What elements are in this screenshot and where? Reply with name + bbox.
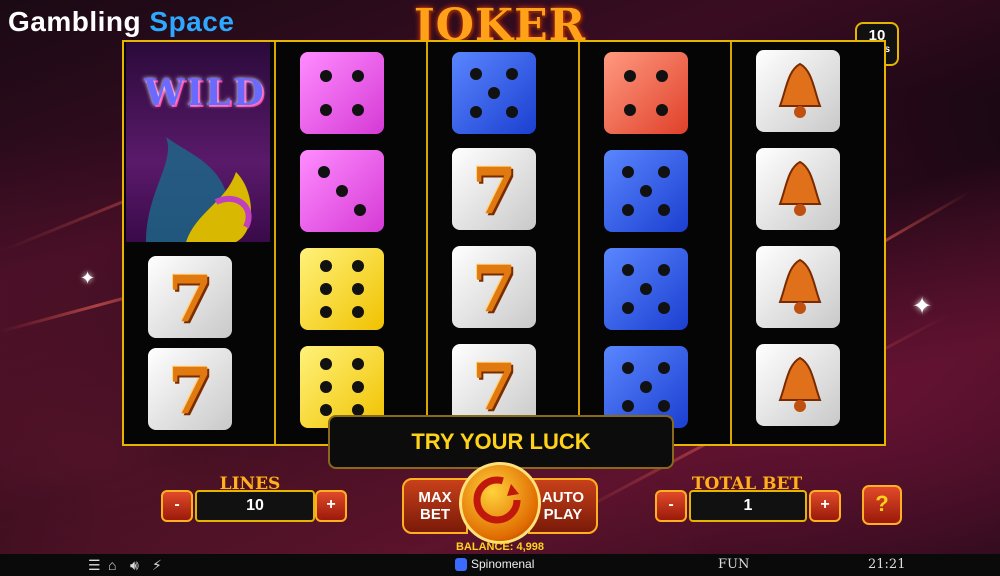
total-bet-value: 1 [689,490,807,522]
help-button[interactable]: ? [862,485,902,525]
bell-symbol [756,246,842,330]
bell-icon [778,258,822,314]
reel-2 [276,42,424,444]
blue-die-symbol [604,248,690,332]
lines-value: 10 [195,490,315,522]
provider-logo: Spinomenal [455,557,534,572]
seven-symbol: 7 [452,148,538,232]
reel-1: WILD 7 7 [124,42,272,444]
brand-logo: Gambling Space [8,6,235,37]
message-banner: TRY YOUR LUCK [328,415,674,469]
menu-icon[interactable]: ☰ [88,557,101,574]
red-die-symbol [604,52,690,136]
bell-icon [778,160,822,216]
sparkle-icon: ✦ [912,293,933,320]
lines-increase-button[interactable]: + [315,490,347,522]
pink-die-symbol [300,52,386,136]
lines-decrease-button[interactable]: - [161,490,193,522]
reel-5 [732,42,880,444]
bottom-bar: ☰ ⌂ 🔊︎ ⚡︎ Spinomenal FUN 21:21 [0,554,1000,576]
reel-4 [580,42,728,444]
reel-3: 7 7 7 [428,42,576,444]
clock: 21:21 [868,557,906,572]
play-mode: FUN [718,557,750,572]
total-bet-decrease-button[interactable]: - [655,490,687,522]
spin-icon [473,476,521,524]
bell-icon [778,356,822,412]
spin-button[interactable] [459,462,541,544]
sparkle-icon: ✦ [80,268,96,288]
balance-display: BALANCE: 4,998 [455,541,545,553]
turbo-icon[interactable]: ⚡︎ [152,557,162,574]
home-icon[interactable]: ⌂ [108,557,116,573]
seven-symbol: 7 [148,256,234,340]
seven-symbol: 7 [452,246,538,330]
bell-symbol [756,50,842,134]
blue-die-symbol [604,150,690,234]
reel-board: WILD 7 7 7 7 7 [122,40,886,446]
wild-symbol: WILD [126,42,270,242]
bell-symbol [756,344,842,428]
yellow-die-symbol [300,248,386,332]
seven-symbol: 7 [148,348,234,432]
pink-die-symbol [300,150,386,234]
total-bet-increase-button[interactable]: + [809,490,841,522]
sound-icon[interactable]: 🔊︎ [130,557,139,574]
bell-icon [778,62,822,118]
bell-symbol [756,148,842,232]
blue-die-symbol [452,52,538,136]
